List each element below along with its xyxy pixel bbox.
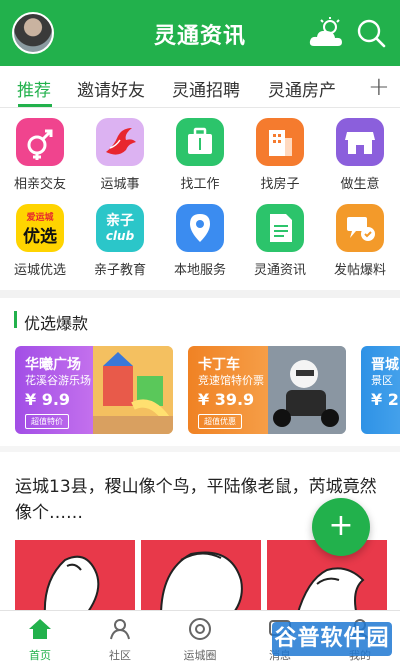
- nav-community[interactable]: 社区: [90, 617, 150, 663]
- briefcase-icon: [176, 118, 224, 166]
- add-tab-icon[interactable]: +: [368, 72, 390, 102]
- shop-icon: [336, 118, 384, 166]
- gender-icon: [16, 118, 64, 166]
- promo-card[interactable]: 华曦广场 花溪谷游乐场 ¥ 9.9 超值特价: [15, 346, 173, 434]
- grid-label: 灵通资讯: [253, 263, 306, 278]
- grid-label: 发帖爆料: [333, 263, 386, 278]
- promo-card[interactable]: 晋城 景区 ¥ 25: [361, 346, 400, 434]
- grid-item-local-service[interactable]: 本地服务: [160, 204, 240, 278]
- promo-title: 晋城: [371, 357, 399, 373]
- grid-item-find-house[interactable]: 找房子: [240, 118, 320, 192]
- watermark: 谷普软件园: [272, 622, 392, 656]
- nav-home[interactable]: 首页: [10, 617, 70, 663]
- grid-label: 做生意: [340, 177, 380, 192]
- grid-label: 运城优选: [13, 263, 66, 278]
- club-icon: 亲子 club: [96, 204, 144, 252]
- grid-item-find-job[interactable]: 找工作: [160, 118, 240, 192]
- promo-price: ¥ 9.9: [25, 390, 71, 409]
- article-image: [141, 540, 261, 616]
- building-icon: [256, 118, 304, 166]
- promo-title: 华曦广场: [25, 357, 81, 373]
- grid-item-dating[interactable]: 相亲交友: [0, 118, 80, 192]
- tab-recommend[interactable]: 推荐: [17, 76, 51, 101]
- grid-label: 找房子: [260, 177, 300, 192]
- grid-item-business[interactable]: 做生意: [320, 118, 400, 192]
- nav-yuncheng-circle[interactable]: 运城圈: [170, 617, 230, 663]
- active-tab-indicator: [18, 104, 52, 107]
- category-tabs: 推荐 邀请好友 灵通招聘 灵通房产 +: [0, 66, 400, 108]
- promo-price: ¥ 39.9: [198, 390, 255, 409]
- promo-price: ¥ 25: [371, 390, 400, 409]
- circle-icon: [189, 618, 211, 640]
- section-divider: [0, 446, 400, 452]
- promo-carousel[interactable]: 华曦广场 花溪谷游乐场 ¥ 9.9 超值特价 卡丁车 竞速馆特价票 ¥ 39.9…: [0, 346, 400, 436]
- promo-card[interactable]: 卡丁车 竞速馆特价票 ¥ 39.9 超值优惠: [188, 346, 346, 434]
- grid-label: 亲子教育: [93, 263, 146, 278]
- promo-badge: 超值特价: [25, 414, 69, 429]
- promo-subtitle: 景区: [371, 374, 393, 387]
- home-icon: [29, 619, 51, 639]
- grid-label: 本地服务: [173, 263, 226, 278]
- section-title: 优选爆款: [24, 314, 89, 333]
- grid-label: 运城事: [100, 177, 140, 192]
- playground-image: [93, 346, 173, 434]
- grid-item-yuncheng-select[interactable]: 爱运城 优选 运城优选: [0, 204, 80, 278]
- promo-subtitle: 竞速馆特价票: [198, 374, 264, 387]
- youxuan-logo-icon: 爱运城 优选: [16, 204, 64, 252]
- tab-jobs[interactable]: 灵通招聘: [172, 76, 240, 101]
- grid-label: 相亲交友: [13, 177, 66, 192]
- tab-real-estate[interactable]: 灵通房产: [268, 76, 336, 101]
- document-icon: [256, 204, 304, 252]
- grid-item-parenting[interactable]: 亲子 club 亲子教育: [80, 204, 160, 278]
- promo-badge: 超值优惠: [198, 414, 242, 429]
- grid-item-yuncheng-news[interactable]: 运城事: [80, 118, 160, 192]
- grid-label: 找工作: [180, 177, 220, 192]
- section-divider: [0, 290, 400, 298]
- grid-item-lingtong-news[interactable]: 灵通资讯: [240, 204, 320, 278]
- cloud-weather-icon[interactable]: [308, 16, 346, 50]
- new-post-button[interactable]: +: [312, 498, 370, 556]
- promo-subtitle: 花溪谷游乐场: [25, 374, 91, 387]
- article-image: [15, 540, 135, 616]
- search-icon[interactable]: [356, 18, 386, 48]
- top-app-bar: 灵通资讯: [0, 0, 400, 66]
- grid-item-post-news[interactable]: 发帖爆料: [320, 204, 400, 278]
- map-pin-icon: [176, 204, 224, 252]
- community-icon: [110, 619, 130, 640]
- phoenix-icon: [96, 118, 144, 166]
- megaphone-icon: [336, 204, 384, 252]
- tab-invite-friends[interactable]: 邀请好友: [77, 76, 145, 101]
- promo-title: 卡丁车: [198, 357, 240, 373]
- section-accent-bar: [14, 311, 17, 328]
- go-kart-image: [268, 346, 346, 434]
